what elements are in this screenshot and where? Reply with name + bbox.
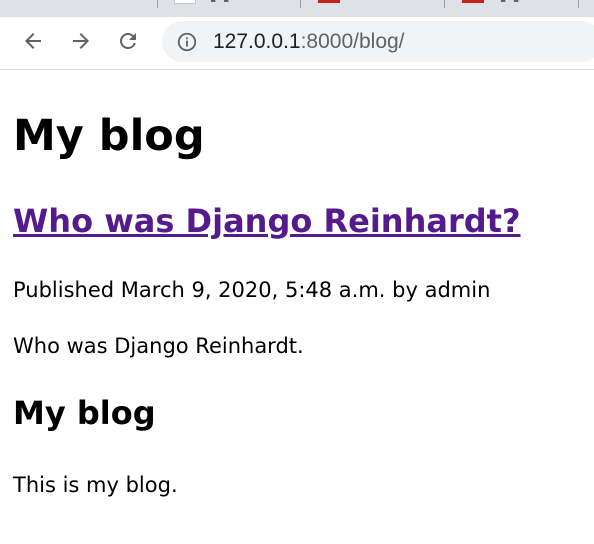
tab-favicon[interactable] bbox=[462, 0, 484, 3]
page-title: My blog bbox=[13, 111, 205, 161]
url-text[interactable]: 127.0.0.1:8000/blog/ bbox=[213, 29, 405, 55]
forward-arrow-icon bbox=[73, 33, 89, 49]
tab-strip: ▪ ▪ ▪ ▪ bbox=[0, 0, 594, 17]
forward-button[interactable] bbox=[65, 25, 97, 57]
tab-separator bbox=[578, 0, 579, 8]
back-arrow-icon bbox=[25, 33, 41, 49]
tab-title-fragment: ▪ ▪ bbox=[500, 0, 522, 5]
url-host: 127.0.0.1 bbox=[213, 30, 301, 53]
post-body: Who was Django Reinhardt. bbox=[13, 334, 304, 358]
tab-favicon[interactable] bbox=[174, 0, 196, 4]
post-meta: Published March 9, 2020, 5:48 a.m. by ad… bbox=[13, 278, 491, 302]
tab-title-fragment: ▪ ▪ bbox=[210, 0, 232, 5]
section-body: This is my blog. bbox=[13, 473, 178, 497]
info-icon[interactable] bbox=[176, 31, 198, 53]
url-path: :8000/blog/ bbox=[300, 30, 405, 53]
browser-toolbar: 127.0.0.1:8000/blog/ bbox=[0, 17, 594, 70]
tab-separator bbox=[157, 0, 158, 8]
reload-icon bbox=[120, 33, 136, 49]
reload-button[interactable] bbox=[112, 25, 144, 57]
address-bar[interactable]: 127.0.0.1:8000/blog/ bbox=[162, 21, 594, 62]
post-title: Who was Django Reinhardt? bbox=[13, 200, 521, 242]
post-title-link[interactable]: Who was Django Reinhardt? bbox=[13, 202, 521, 240]
tab-separator bbox=[444, 0, 445, 8]
tab-favicon[interactable] bbox=[318, 0, 340, 3]
back-button[interactable] bbox=[17, 25, 49, 57]
section-title: My blog bbox=[13, 394, 156, 432]
tab-separator bbox=[300, 0, 301, 8]
